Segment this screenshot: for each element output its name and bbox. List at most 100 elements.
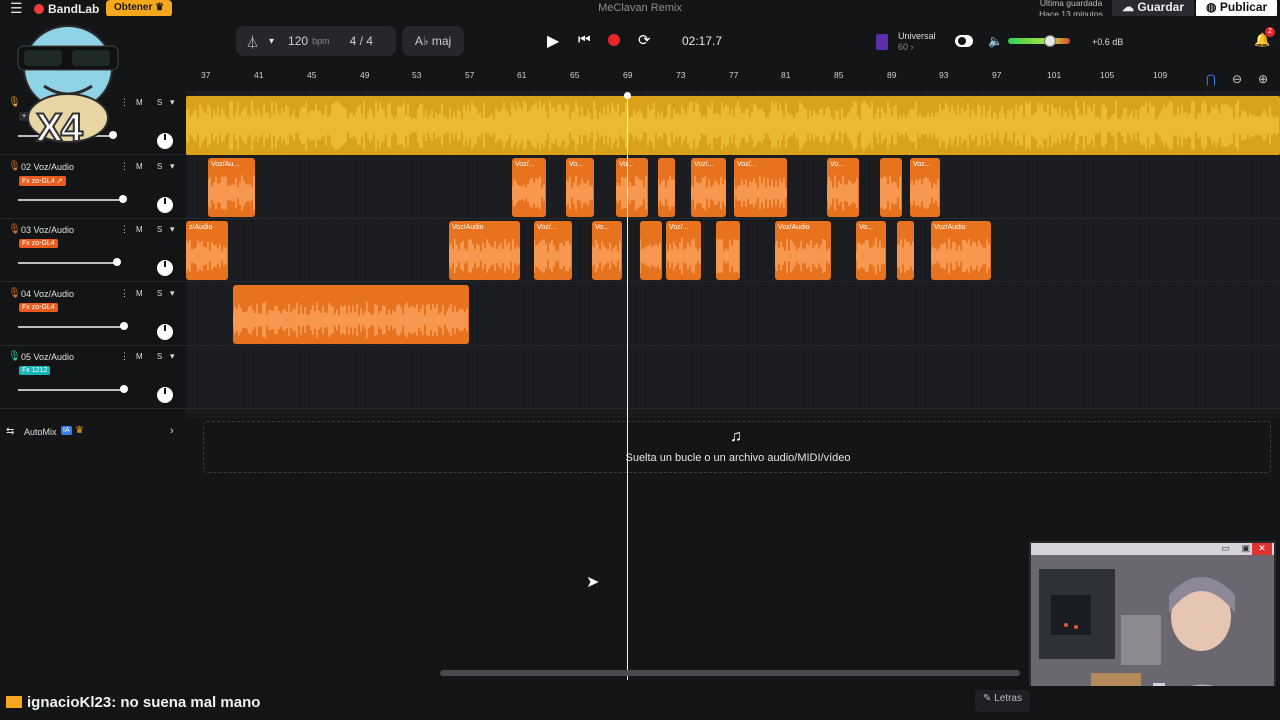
audio-clip[interactable]: z/Audio [186,221,228,280]
track-name[interactable]: 02 Voz/Audio [21,162,74,172]
playhead[interactable] [627,92,628,680]
audio-clip[interactable]: Voz/Audio [775,221,831,280]
audio-clip[interactable]: Voz/Audio [449,221,520,280]
audio-clip[interactable]: Voz/... [691,157,726,217]
brand-logo[interactable]: BandLab [34,2,99,16]
chevron-down-icon[interactable]: ▾ [170,224,175,235]
hamburger-menu-icon[interactable]: ☰ [10,1,23,15]
audio-clip[interactable]: Voz/... [512,157,546,217]
fx-badge[interactable]: Fx zo-GL4 ↗ [19,175,66,186]
audio-clip[interactable]: Vo... [592,221,622,280]
audio-clip[interactable]: Voz/... [666,221,701,280]
audio-clip[interactable]: Voz/... [734,157,787,217]
chevron-down-icon[interactable]: ▾ [170,288,175,299]
chat-message: ignacioKl23: no suena mal mano [6,694,260,711]
audio-clip[interactable]: Voz/Au... [208,157,255,217]
track-lane[interactable] [186,282,1280,346]
chevron-down-icon[interactable]: ▾ [170,351,175,362]
get-premium-button[interactable]: Obtener ♛ [106,0,173,17]
audio-clip[interactable] [233,284,469,344]
pan-knob[interactable] [157,323,173,340]
timeline-ruler[interactable]: 37 41 45 49 53 57 61 65 69 73 77 81 85 89 93 97 101 105 10… [186,66,1280,92]
loop-icon[interactable]: ⟳ [638,31,651,49]
mute-solo-buttons[interactable]: M S [136,352,168,361]
track-lane[interactable]: z/Audio Voz/Audio Voz/... Vo... Voz/... Voz/A… [186,219,1280,282]
drop-zone[interactable]: ♫ Suelta un bucle o un archivo audio/MID… [203,421,1271,473]
audio-clip[interactable]: Vo... [827,157,859,217]
play-icon[interactable]: ▶ [547,31,559,51]
fx-badge[interactable]: Fx zo-GL4 [19,302,58,312]
audio-clip[interactable] [897,221,914,280]
audio-clip[interactable]: Voz/... [534,221,572,280]
speaker-icon[interactable]: 🔈 [988,34,1003,48]
track-lane[interactable] [185,92,1280,155]
audio-clip[interactable] [640,221,662,280]
pan-knob[interactable] [157,133,173,149]
mute-solo-buttons[interactable]: M S [136,225,168,234]
more-options-icon[interactable]: ⋮ [120,351,129,362]
fx-badge[interactable]: Fx 1212 [19,366,51,375]
chevron-down-icon[interactable]: ▾ [170,161,175,172]
mute-solo-buttons[interactable]: M S [136,289,168,298]
master-audio-clip[interactable] [185,96,1280,155]
publish-label: Publicar [1219,0,1268,14]
audio-clip[interactable] [716,221,740,280]
chat-crown-icon [6,696,22,708]
chevron-down-icon[interactable]: ▾ [269,36,274,47]
track-volume-handle[interactable] [120,385,128,393]
project-title[interactable]: MeClavan Remix [560,2,720,14]
fx-badge[interactable]: Fx zo-GL4 [19,239,58,248]
magnet-icon[interactable]: ⋂ [1206,72,1216,86]
playhead-handle[interactable] [624,92,631,99]
more-options-icon[interactable]: ⋮ [120,224,129,235]
track-name[interactable]: 03 Voz/Audio [21,225,74,235]
track-volume-slider[interactable] [18,198,123,201]
zoom-in-icon[interactable]: ⊕ [1258,72,1268,86]
tempo-value[interactable]: 120 [288,34,308,48]
mute-solo-buttons[interactable]: M S [136,162,168,171]
lyrics-button[interactable]: ✎ Letras [975,690,1030,712]
maximize-icon: ▣ [1241,543,1250,553]
universal-toggle[interactable] [955,35,973,47]
automix-row[interactable]: ⇆ AutoMix IA ♛ › [0,420,186,444]
clip-waveform [233,301,468,338]
master-volume-knob[interactable] [1044,35,1056,47]
track-lane[interactable] [186,346,1280,409]
audio-clip[interactable] [658,157,675,217]
audio-clip[interactable]: Vo... [616,157,648,217]
track-volume-slider[interactable] [18,325,124,328]
track-name[interactable]: 05 Voz/Audio [21,352,74,362]
horizontal-scrollbar[interactable] [440,670,1020,676]
chevron-down-icon[interactable]: ▾ [170,97,175,108]
time-signature[interactable]: 4 / 4 [350,34,373,48]
more-options-icon[interactable]: ⋮ [120,161,129,172]
audio-clip[interactable]: Voz/Audio [931,221,991,280]
audio-clip[interactable]: Vo... [856,221,886,280]
track-name[interactable]: 04 Voz/Audio [21,289,74,299]
key-selector[interactable]: A♭ maj [402,26,464,56]
track-volume-slider[interactable] [18,389,124,391]
metronome-icon[interactable]: ⏃ [246,32,259,51]
track-lane[interactable]: Voz/Au... Voz/... Vo... Vo... Voz/... Voz/...… [186,155,1280,219]
bar-number: 61 [517,70,527,80]
track-volume-handle[interactable] [119,194,127,203]
rewind-icon[interactable]: ⏮ [578,31,591,48]
master-volume-meter[interactable] [1008,38,1070,44]
zoom-out-icon[interactable]: ⊖ [1232,72,1242,86]
more-options-icon[interactable]: ⋮ [120,288,129,299]
track-volume-handle[interactable] [120,321,128,330]
mute-solo-buttons[interactable]: M S [136,98,168,107]
track-volume-slider[interactable] [18,262,117,264]
timeline-area[interactable]: Voz/Au... Voz/... Vo... Vo... Voz/... Voz/...… [185,92,1280,418]
audio-clip[interactable] [880,157,902,217]
pan-knob[interactable] [157,387,173,403]
record-icon[interactable] [608,34,620,46]
audio-clip[interactable]: Voz... [910,157,940,217]
webcam-window-bar: ▭ ▣ ✕ [1031,543,1274,555]
chevron-right-icon: › [170,425,174,437]
track-volume-handle[interactable] [113,258,121,266]
universal-preset[interactable]: Universal 60 › [876,28,942,56]
audio-clip[interactable]: Vo... [566,157,594,217]
pan-knob[interactable] [157,260,173,276]
pan-knob[interactable] [157,196,173,213]
